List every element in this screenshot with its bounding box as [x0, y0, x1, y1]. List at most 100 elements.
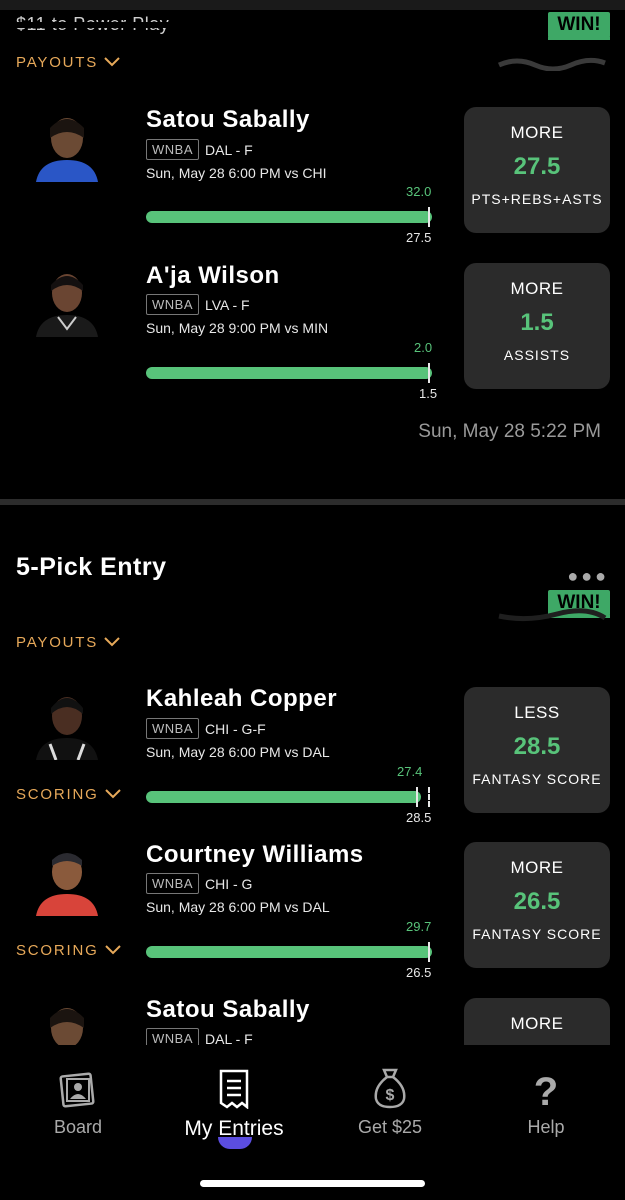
- team-position: CHI - G: [205, 875, 253, 892]
- receipt-icon: [174, 1065, 294, 1109]
- game-time: Sun, May 28 6:00 PM vs DAL: [146, 744, 330, 760]
- league-badge: WNBA: [146, 1028, 199, 1045]
- player-name: A'ja Wilson: [146, 262, 280, 289]
- player-meta: WNBA DAL - F: [146, 139, 253, 160]
- line-value: 1.5: [419, 386, 438, 401]
- line-marker: [428, 942, 430, 962]
- entry-header-obscured: $11 to Power Play: [16, 14, 170, 34]
- redaction-scribble: [498, 608, 607, 622]
- chevron-down-icon: [104, 634, 120, 651]
- actual-value: 2.0: [414, 340, 433, 355]
- projection-card[interactable]: MORE 27.5 PTS+REBS+ASTS: [464, 107, 610, 233]
- player-headshot: [30, 263, 104, 337]
- tab-label: Board: [53, 1117, 103, 1137]
- scoring-label: SCORING: [16, 942, 99, 959]
- pick-direction: LESS: [514, 703, 560, 722]
- league-badge: WNBA: [146, 718, 199, 739]
- league-badge: WNBA: [146, 873, 199, 894]
- entries-scroll-area[interactable]: $11 to Power Play WIN! PAYOUTS Satou Sab…: [0, 0, 625, 1045]
- team-position: LVA - F: [205, 296, 250, 313]
- scoring-toggle[interactable]: SCORING: [16, 942, 121, 959]
- stat-type: PTS+REBS+ASTS: [471, 191, 603, 207]
- tab-label: Get $25: [357, 1117, 423, 1137]
- progress-bar: [146, 787, 432, 807]
- projection-card[interactable]: MORE: [464, 998, 610, 1045]
- progress-bar: [146, 363, 432, 383]
- tab-get-25[interactable]: $ Get $25: [330, 1065, 450, 1138]
- help-icon: ?: [486, 1065, 606, 1109]
- money-bag-icon: $: [330, 1065, 450, 1109]
- line-value: 28.5: [406, 810, 432, 825]
- league-badge: WNBA: [146, 139, 199, 160]
- line-marker: [428, 207, 430, 227]
- chevron-down-icon: [99, 942, 121, 959]
- team-position: DAL - F: [205, 1030, 253, 1046]
- stat-type: ASSISTS: [503, 347, 571, 363]
- player-meta: WNBA CHI - G-F: [146, 718, 266, 739]
- actual-value: 27.4: [397, 764, 423, 779]
- player-meta: WNBA DAL - F: [146, 1028, 253, 1045]
- entry-divider: [0, 499, 625, 505]
- tab-help[interactable]: ? Help: [486, 1065, 606, 1138]
- chevron-down-icon: [99, 786, 121, 803]
- actual-value: 32.0: [406, 184, 432, 199]
- entry-title: 5-Pick Entry: [16, 553, 167, 581]
- team-position: CHI - G-F: [205, 720, 266, 737]
- payouts-label: PAYOUTS: [16, 54, 99, 71]
- player-headshot: [30, 998, 104, 1045]
- board-icon: [18, 1065, 138, 1109]
- progress-fill: [146, 791, 421, 803]
- player-name: Satou Sabally: [146, 996, 310, 1023]
- win-badge: WIN!: [548, 12, 610, 40]
- projection-card[interactable]: MORE 1.5 ASSISTS: [464, 263, 610, 389]
- game-time: Sun, May 28 9:00 PM vs MIN: [146, 320, 329, 336]
- payouts-toggle[interactable]: PAYOUTS: [16, 54, 120, 71]
- pick-direction: MORE: [510, 1014, 564, 1033]
- projection-card[interactable]: LESS 28.5 FANTASY SCORE: [464, 687, 610, 813]
- tab-board[interactable]: Board: [18, 1065, 138, 1138]
- tab-my-entries[interactable]: My Entries: [174, 1065, 294, 1141]
- projection-card[interactable]: MORE 26.5 FANTASY SCORE: [464, 842, 610, 968]
- pick-direction: MORE: [510, 279, 564, 298]
- stat-type: FANTASY SCORE: [472, 771, 602, 787]
- line-value: 26.5: [406, 965, 432, 980]
- player-meta: WNBA CHI - G: [146, 873, 252, 894]
- player-name: Kahleah Copper: [146, 685, 338, 712]
- progress-fill: [146, 367, 432, 379]
- actual-value: 29.7: [406, 919, 432, 934]
- scoring-toggle[interactable]: SCORING: [16, 786, 121, 803]
- pick-direction: MORE: [510, 858, 564, 877]
- payouts-toggle[interactable]: PAYOUTS: [16, 634, 120, 651]
- pick-direction: MORE: [510, 123, 564, 142]
- line-marker: [428, 363, 430, 383]
- progress-fill: [146, 211, 432, 223]
- pick-line: 26.5: [513, 888, 561, 915]
- more-dots-icon[interactable]: ●●●: [567, 566, 609, 587]
- player-name: Satou Sabally: [146, 106, 310, 133]
- payouts-label: PAYOUTS: [16, 634, 99, 651]
- pick-line: 28.5: [513, 733, 561, 760]
- stat-type: FANTASY SCORE: [472, 926, 602, 942]
- player-headshot: [30, 842, 104, 916]
- player-headshot: [30, 108, 104, 182]
- pick-line: 1.5: [520, 309, 554, 336]
- league-badge: WNBA: [146, 294, 199, 315]
- bottom-tab-bar: Board My Entries $ Get $25 ? Help: [0, 1045, 625, 1200]
- team-position: DAL - F: [205, 141, 253, 158]
- player-headshot: [30, 686, 104, 760]
- tab-label: Help: [527, 1117, 565, 1137]
- game-time: Sun, May 28 6:00 PM vs CHI: [146, 165, 327, 181]
- svg-text:?: ?: [534, 1070, 558, 1109]
- pick-line: 27.5: [513, 153, 561, 180]
- chevron-down-icon: [104, 54, 120, 71]
- progress-bar: [146, 942, 432, 962]
- progress-fill: [146, 946, 432, 958]
- home-indicator[interactable]: [200, 1180, 425, 1187]
- actual-marker: [416, 787, 418, 807]
- entry-timestamp: Sun, May 28 5:22 PM: [418, 421, 601, 442]
- line-marker: [428, 787, 430, 807]
- progress-bar: [146, 207, 432, 227]
- redaction-scribble: [497, 57, 606, 71]
- top-edge: [0, 0, 625, 10]
- scoring-label: SCORING: [16, 786, 99, 803]
